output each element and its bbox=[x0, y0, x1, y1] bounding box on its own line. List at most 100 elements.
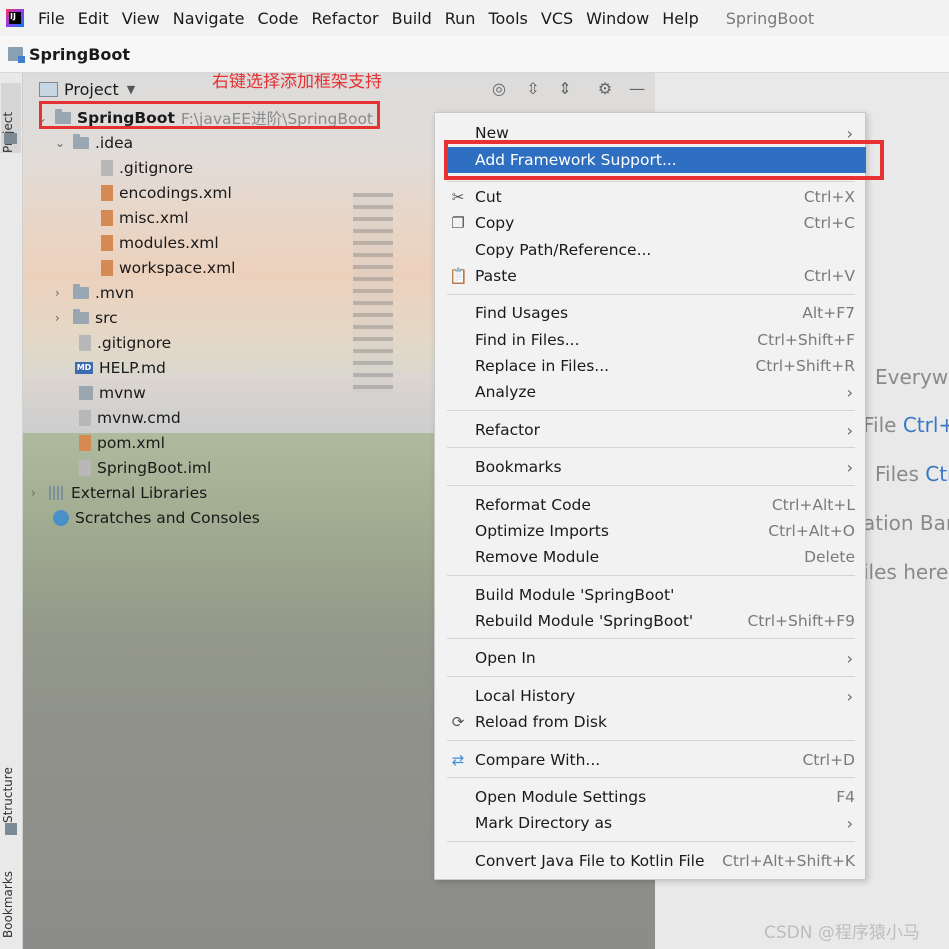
expand-all-icon[interactable]: ⇳ bbox=[523, 79, 543, 99]
menu-window[interactable]: Window bbox=[586, 9, 649, 28]
menu-item-reformat-code[interactable]: Reformat Code Ctrl+Alt+L bbox=[435, 492, 865, 518]
project-view-selector[interactable]: Project bbox=[64, 80, 119, 99]
menu-item-label: Refactor bbox=[475, 421, 541, 439]
menu-item-rebuild-module[interactable]: Rebuild Module 'SpringBoot' Ctrl+Shift+F… bbox=[435, 608, 865, 634]
tree-item-label: .gitignore bbox=[119, 159, 194, 177]
annotation-label: 右键选择添加框架支持 bbox=[212, 73, 382, 92]
menu-navigate[interactable]: Navigate bbox=[173, 9, 245, 28]
menu-item-compare-with[interactable]: ⇄ Compare With... Ctrl+D bbox=[435, 747, 865, 773]
menu-item-copy-path[interactable]: Copy Path/Reference... bbox=[435, 237, 865, 263]
menu-item-replace-in-files[interactable]: Replace in Files... Ctrl+Shift+R bbox=[435, 353, 865, 379]
tree-item[interactable]: Scratches and Consoles bbox=[53, 506, 260, 530]
tab-bookmarks[interactable]: Bookmarks bbox=[1, 858, 21, 938]
menu-item-label: Optimize Imports bbox=[475, 522, 609, 540]
navigation-bar: SpringBoot bbox=[0, 36, 949, 73]
menu-view[interactable]: View bbox=[122, 9, 160, 28]
menu-item-label: Open Module Settings bbox=[475, 788, 647, 806]
menu-item-cut[interactable]: ✂ Cut Ctrl+X bbox=[435, 184, 865, 210]
tree-item[interactable]: mvnw bbox=[79, 381, 146, 405]
chevron-right-icon[interactable]: › bbox=[31, 486, 43, 500]
tab-structure[interactable]: Structure bbox=[1, 753, 21, 823]
tree-item[interactable]: .gitignore bbox=[79, 331, 171, 355]
chevron-down-icon[interactable]: ▼ bbox=[127, 83, 135, 96]
menu-separator bbox=[447, 294, 855, 295]
menu-item-open-in[interactable]: Open In › bbox=[435, 645, 865, 671]
menu-item-bookmarks[interactable]: Bookmarks › bbox=[435, 454, 865, 480]
folder-icon bbox=[73, 134, 89, 149]
breadcrumb-project[interactable]: SpringBoot bbox=[29, 45, 130, 64]
xml-file-icon bbox=[101, 185, 113, 201]
tree-item[interactable]: misc.xml bbox=[101, 206, 189, 230]
menu-item-label: Analyze bbox=[475, 383, 537, 401]
menu-item-optimize-imports[interactable]: Optimize Imports Ctrl+Alt+O bbox=[435, 518, 865, 544]
tree-item[interactable]: MD HELP.md bbox=[75, 356, 166, 380]
menu-item-paste[interactable]: 📋 Paste Ctrl+V bbox=[435, 263, 865, 289]
menu-item-label: Replace in Files... bbox=[475, 357, 610, 375]
compare-icon: ⇄ bbox=[451, 751, 465, 769]
menu-item-label: Rebuild Module 'SpringBoot' bbox=[475, 612, 694, 630]
menu-item-label: Copy bbox=[475, 214, 515, 232]
menu-item-shortcut: F4 bbox=[836, 788, 855, 806]
hint-shortcut: Ctrl+ bbox=[902, 413, 949, 437]
tree-item[interactable]: encodings.xml bbox=[101, 181, 232, 205]
menu-item-convert-to-kotlin[interactable]: Convert Java File to Kotlin File Ctrl+Al… bbox=[435, 848, 865, 874]
hint-go-to-file: File Ctrl+ bbox=[863, 413, 949, 437]
hint-text: Files bbox=[875, 462, 926, 486]
gear-icon[interactable]: ⚙ bbox=[595, 79, 615, 99]
chevron-right-icon[interactable]: › bbox=[55, 286, 67, 300]
menu-build[interactable]: Build bbox=[392, 9, 432, 28]
menu-vcs[interactable]: VCS bbox=[541, 9, 573, 28]
tree-item[interactable]: modules.xml bbox=[101, 231, 219, 255]
menu-separator bbox=[447, 777, 855, 778]
menu-item-open-module-settings[interactable]: Open Module Settings F4 bbox=[435, 784, 865, 810]
menu-item-remove-module[interactable]: Remove Module Delete bbox=[435, 544, 865, 570]
menu-tools[interactable]: Tools bbox=[488, 9, 527, 28]
menu-item-mark-directory-as[interactable]: Mark Directory as › bbox=[435, 810, 865, 836]
menu-item-local-history[interactable]: Local History › bbox=[435, 683, 865, 709]
menu-item-find-in-files[interactable]: Find in Files... Ctrl+Shift+F bbox=[435, 327, 865, 353]
tree-item[interactable]: SpringBoot.iml bbox=[79, 456, 211, 480]
tree-item-label: misc.xml bbox=[119, 209, 189, 227]
tree-item-label: Scratches and Consoles bbox=[75, 509, 260, 527]
menu-item-find-usages[interactable]: Find Usages Alt+F7 bbox=[435, 300, 865, 326]
menu-item-reload-from-disk[interactable]: ⟳ Reload from Disk bbox=[435, 709, 865, 735]
menu-refactor[interactable]: Refactor bbox=[311, 9, 378, 28]
tree-item[interactable]: pom.xml bbox=[79, 431, 165, 455]
hint-recent-files: Files Ctr bbox=[875, 462, 949, 486]
tree-item[interactable]: › .mvn bbox=[55, 281, 134, 305]
menu-item-build-module[interactable]: Build Module 'SpringBoot' bbox=[435, 582, 865, 608]
maven-pom-icon bbox=[79, 435, 91, 451]
tree-item[interactable]: .gitignore bbox=[101, 156, 193, 180]
menu-item-analyze[interactable]: Analyze › bbox=[435, 379, 865, 405]
tree-item-label: mvnw bbox=[99, 384, 146, 402]
tree-item[interactable]: mvnw.cmd bbox=[79, 406, 181, 430]
menu-file[interactable]: File bbox=[38, 9, 65, 28]
menu-code[interactable]: Code bbox=[258, 9, 299, 28]
clipboard-icon: 📋 bbox=[449, 267, 468, 285]
watermark: CSDN @程序猿小马 bbox=[764, 923, 920, 943]
menu-help[interactable]: Help bbox=[662, 9, 698, 28]
menu-edit[interactable]: Edit bbox=[78, 9, 109, 28]
tree-item[interactable]: workspace.xml bbox=[101, 256, 236, 280]
tree-item-label: .mvn bbox=[95, 284, 135, 302]
tree-item-label: modules.xml bbox=[119, 234, 219, 252]
menu-item-label: Copy Path/Reference... bbox=[475, 241, 652, 259]
collapse-all-icon[interactable]: ⇕ bbox=[555, 79, 575, 99]
menu-item-refactor[interactable]: Refactor › bbox=[435, 417, 865, 443]
background-image-tower bbox=[353, 193, 393, 393]
menu-item-copy[interactable]: ❐ Copy Ctrl+C bbox=[435, 210, 865, 236]
menu-item-label: Find Usages bbox=[475, 304, 569, 322]
gitignore-file-icon bbox=[79, 335, 91, 351]
chevron-down-icon[interactable]: ⌄ bbox=[55, 136, 67, 150]
locate-icon[interactable]: ◎ bbox=[489, 79, 509, 99]
hide-icon[interactable]: — bbox=[627, 79, 647, 99]
tree-item[interactable]: › External Libraries bbox=[31, 481, 207, 505]
menu-separator bbox=[447, 841, 855, 842]
menu-run[interactable]: Run bbox=[445, 9, 476, 28]
tree-item[interactable]: › src bbox=[55, 306, 118, 330]
folder-icon bbox=[4, 133, 17, 144]
chevron-right-icon[interactable]: › bbox=[55, 311, 67, 325]
tree-item-label: External Libraries bbox=[71, 484, 208, 502]
tree-item[interactable]: ⌄ .idea bbox=[55, 131, 133, 155]
menu-separator bbox=[447, 575, 855, 576]
